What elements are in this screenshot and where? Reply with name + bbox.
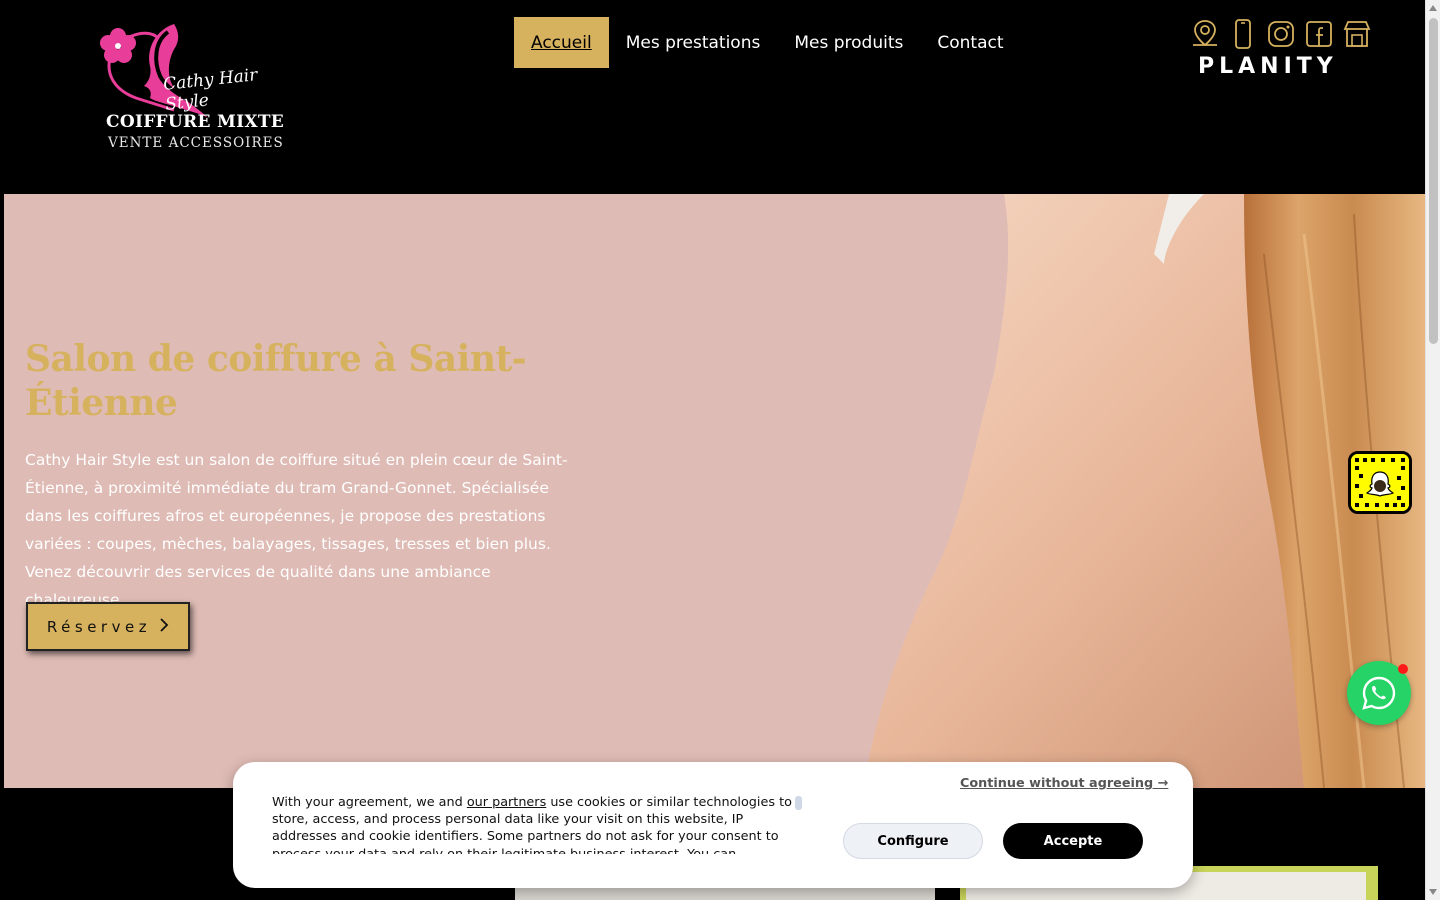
notification-badge <box>1398 664 1408 674</box>
nav-item-contact[interactable]: Contact <box>920 17 1020 68</box>
page-scrollbar[interactable] <box>1425 0 1440 900</box>
instagram-icon[interactable] <box>1266 18 1296 50</box>
nav-item-accueil[interactable]: Accueil <box>514 17 609 68</box>
reserve-button-label: Réservez <box>46 617 152 636</box>
hibiscus-flower-icon <box>100 28 136 63</box>
snapchat-qr-icon[interactable] <box>1348 451 1412 514</box>
chevron-right-icon <box>159 617 169 637</box>
cookie-text-before: With your agreement, we and <box>272 795 467 810</box>
facebook-icon[interactable] <box>1304 18 1334 50</box>
cookie-consent-banner: With your agreement, we and our partners… <box>233 762 1193 888</box>
map-pin-icon[interactable] <box>1190 18 1220 50</box>
continue-without-agreeing-link[interactable]: Continue without agreeing → <box>960 776 1168 791</box>
hero-description: Cathy Hair Style est un salon de coiffur… <box>25 451 568 609</box>
scroll-up-arrow-icon[interactable] <box>1429 5 1437 11</box>
planity-logo[interactable]: PLANITY <box>1198 54 1338 79</box>
partners-link[interactable]: our partners <box>467 795 546 810</box>
cookie-text-scrollbar[interactable] <box>795 796 802 810</box>
logo-main-text: COIFFURE MIXTE <box>106 112 285 132</box>
configure-button[interactable]: Configure <box>843 823 983 859</box>
phone-icon[interactable] <box>1228 18 1258 50</box>
reserve-button[interactable]: Réservez <box>26 602 190 651</box>
main-nav: Accueil Mes prestations Mes produits Con… <box>514 17 1021 68</box>
social-links <box>1190 18 1372 50</box>
logo-sub-text: VENTE ACCESSOIRES <box>108 135 284 151</box>
hero-section: Salon de coiffure à Saint-Étienne Cathy … <box>4 194 1425 788</box>
shop-icon[interactable] <box>1342 18 1372 50</box>
nav-item-mes-produits[interactable]: Mes produits <box>777 17 920 68</box>
site-header: Cathy Hair Style COIFFURE MIXTE VENTE AC… <box>0 0 1425 194</box>
cookie-consent-text: With your agreement, we and our partners… <box>272 794 792 854</box>
whatsapp-icon <box>1362 676 1396 710</box>
site-logo[interactable]: Cathy Hair Style COIFFURE MIXTE VENTE AC… <box>96 18 296 158</box>
hero-title: Salon de coiffure à Saint-Étienne <box>25 338 527 424</box>
scrollbar-thumb[interactable] <box>1429 18 1438 344</box>
accept-button[interactable]: Accepte <box>1003 823 1143 859</box>
scroll-down-arrow-icon[interactable] <box>1429 889 1437 895</box>
nav-item-mes-prestations[interactable]: Mes prestations <box>609 17 778 68</box>
